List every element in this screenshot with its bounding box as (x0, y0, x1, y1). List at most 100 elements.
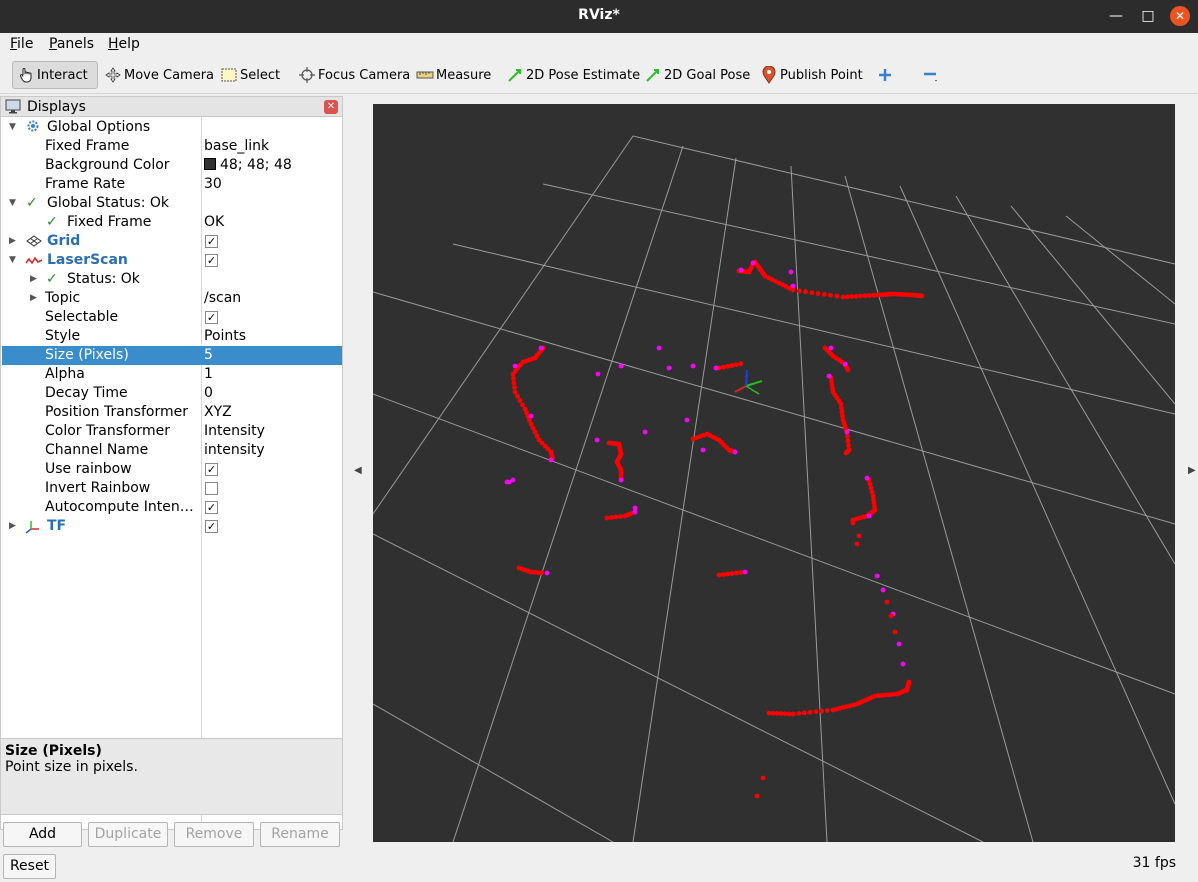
maximize-icon[interactable]: □ (1138, 6, 1158, 26)
scan-point (666, 365, 672, 371)
scan-point (511, 376, 516, 381)
frame-rate-value[interactable]: 30 (204, 175, 222, 194)
status-bar: 31 fps (0, 850, 1198, 882)
remove-display-button[interactable]: Remove (174, 822, 254, 847)
add-display-button[interactable]: Add (3, 822, 82, 847)
collapse-left-arrow-icon[interactable]: ◀ (354, 465, 362, 476)
scan-point (796, 711, 802, 716)
menu-help-mnemonic: H (108, 36, 119, 52)
tree-row-invert-rainbow[interactable]: Invert Rainbow (2, 479, 342, 498)
focus-camera-tool-button[interactable]: Focus Camera (294, 61, 414, 89)
remove-tool-button[interactable] (918, 61, 946, 89)
tree-row-size-pixels[interactable]: Size (Pixels) 5 (2, 346, 342, 365)
collapse-right-arrow-icon[interactable]: ▶ (1188, 465, 1196, 476)
position-transformer-value[interactable]: XYZ (204, 403, 232, 422)
topic-value[interactable]: /scan (204, 289, 241, 308)
scan-point (788, 269, 794, 275)
render-viewport[interactable] (373, 104, 1175, 842)
scan-point (754, 793, 760, 799)
scan-point (725, 571, 731, 577)
laserscan-status-label: Status: Ok (67, 271, 140, 287)
scan-point (700, 447, 706, 453)
tree-row-alpha[interactable]: Alpha 1 (2, 365, 342, 384)
monitor-icon (5, 99, 21, 118)
selectable-checkbox[interactable]: ✓ (205, 311, 218, 324)
interact-tool-button[interactable]: Interact (12, 61, 98, 89)
rename-display-button[interactable]: Rename (260, 822, 340, 847)
scene-canvas[interactable] (373, 104, 1175, 842)
menu-file[interactable]: File (10, 36, 33, 52)
chevron-right-icon[interactable]: ▶ (30, 289, 37, 308)
measure-tool-button[interactable]: Measure (412, 61, 495, 89)
style-value[interactable]: Points (204, 327, 246, 346)
close-icon[interactable]: ✕ (1170, 6, 1190, 26)
tree-row-status-fixed-frame[interactable]: ✓ Fixed Frame OK (2, 213, 342, 232)
tree-row-selectable[interactable]: Selectable ✓ (2, 308, 342, 327)
tree-row-background-color[interactable]: Background Color 48; 48; 48 (2, 156, 342, 175)
displays-tree[interactable]: ▼ Global Options Fixed Frame base_link B… (0, 117, 343, 830)
grid-line (542, 183, 1175, 325)
use-rainbow-checkbox[interactable]: ✓ (205, 463, 218, 476)
tree-row-grid[interactable]: ▶ Grid ✓ (2, 232, 342, 251)
decay-time-value[interactable]: 0 (204, 384, 213, 403)
tf-enabled-checkbox[interactable]: ✓ (205, 520, 218, 533)
alpha-value[interactable]: 1 (204, 365, 213, 384)
scan-point (515, 393, 520, 399)
grid-line (790, 165, 828, 842)
tree-row-autocompute-intensity[interactable]: Autocompute Inten… ✓ (2, 498, 342, 517)
tree-row-topic[interactable]: ▶ Topic /scan (2, 289, 342, 308)
menu-panels[interactable]: Panels (49, 36, 94, 52)
style-label: Style (45, 328, 81, 344)
duplicate-display-button[interactable]: Duplicate (88, 822, 168, 847)
autocompute-intensity-checkbox[interactable]: ✓ (205, 501, 218, 514)
fixed-frame-value[interactable]: base_link (204, 137, 269, 156)
select-tool-button[interactable]: Select (216, 61, 284, 89)
chevron-right-icon[interactable]: ▶ (9, 232, 16, 251)
goal-pose-tool-button[interactable]: 2D Goal Pose (640, 61, 754, 89)
tree-row-fixed-frame[interactable]: Fixed Frame base_link (2, 137, 342, 156)
background-color-value[interactable]: 48; 48; 48 (204, 156, 292, 175)
tree-row-style[interactable]: Style Points (2, 327, 342, 346)
chevron-down-icon[interactable]: ▼ (9, 194, 16, 213)
tree-row-frame-rate[interactable]: Frame Rate 30 (2, 175, 342, 194)
tree-row-laserscan-status[interactable]: ▶ ✓ Status: Ok (2, 270, 342, 289)
minimize-icon[interactable]: — (1106, 6, 1126, 26)
close-panel-icon[interactable]: ✕ (324, 100, 338, 114)
move-camera-tool-button[interactable]: Move Camera (100, 61, 218, 89)
grid-enabled-checkbox[interactable]: ✓ (205, 235, 218, 248)
tf-label: TF (47, 518, 67, 534)
scan-point (733, 570, 739, 576)
tree-row-global-status[interactable]: ▼ ✓ Global Status: Ok (2, 194, 342, 213)
scan-point (725, 363, 731, 369)
chevron-right-icon[interactable]: ▶ (9, 517, 16, 536)
tree-row-use-rainbow[interactable]: Use rainbow ✓ (2, 460, 342, 479)
chevron-right-icon[interactable]: ▶ (30, 270, 37, 289)
tree-row-global-options[interactable]: ▼ Global Options (2, 118, 342, 137)
add-tool-button[interactable] (872, 61, 900, 89)
grid-line (373, 703, 614, 842)
tree-row-channel-name[interactable]: Channel Name intensity (2, 441, 342, 460)
publish-point-tool-button[interactable]: Publish Point (756, 61, 867, 89)
tree-row-decay-time[interactable]: Decay Time 0 (2, 384, 342, 403)
menu-help[interactable]: Help (108, 36, 140, 52)
tree-row-laserscan[interactable]: ▼ LaserScan ✓ (2, 251, 342, 270)
invert-rainbow-checkbox[interactable] (205, 482, 218, 495)
goal-pose-tool-label: 2D Goal Pose (664, 67, 751, 83)
global-options-label: Global Options (47, 119, 151, 135)
chevron-down-icon[interactable]: ▼ (9, 118, 16, 137)
publish-point-tool-label: Publish Point (780, 67, 863, 83)
scan-point (720, 364, 726, 370)
tree-row-tf[interactable]: ▶ TF ✓ (2, 517, 342, 536)
global-status-label: Global Status: Ok (47, 195, 170, 211)
channel-name-value[interactable]: intensity (204, 441, 265, 460)
size-pixels-value[interactable]: 5 (204, 346, 213, 365)
interact-tool-label: Interact (37, 67, 88, 83)
laserscan-enabled-checkbox[interactable]: ✓ (205, 254, 218, 267)
tree-row-color-transformer[interactable]: Color Transformer Intensity (2, 422, 342, 441)
color-transformer-value[interactable]: Intensity (204, 422, 265, 441)
scan-point (867, 481, 873, 487)
tree-row-position-transformer[interactable]: Position Transformer XYZ (2, 403, 342, 422)
pose-estimate-tool-button[interactable]: 2D Pose Estimate (502, 61, 644, 89)
chevron-down-icon[interactable]: ▼ (9, 251, 16, 270)
scan-point (528, 413, 534, 419)
